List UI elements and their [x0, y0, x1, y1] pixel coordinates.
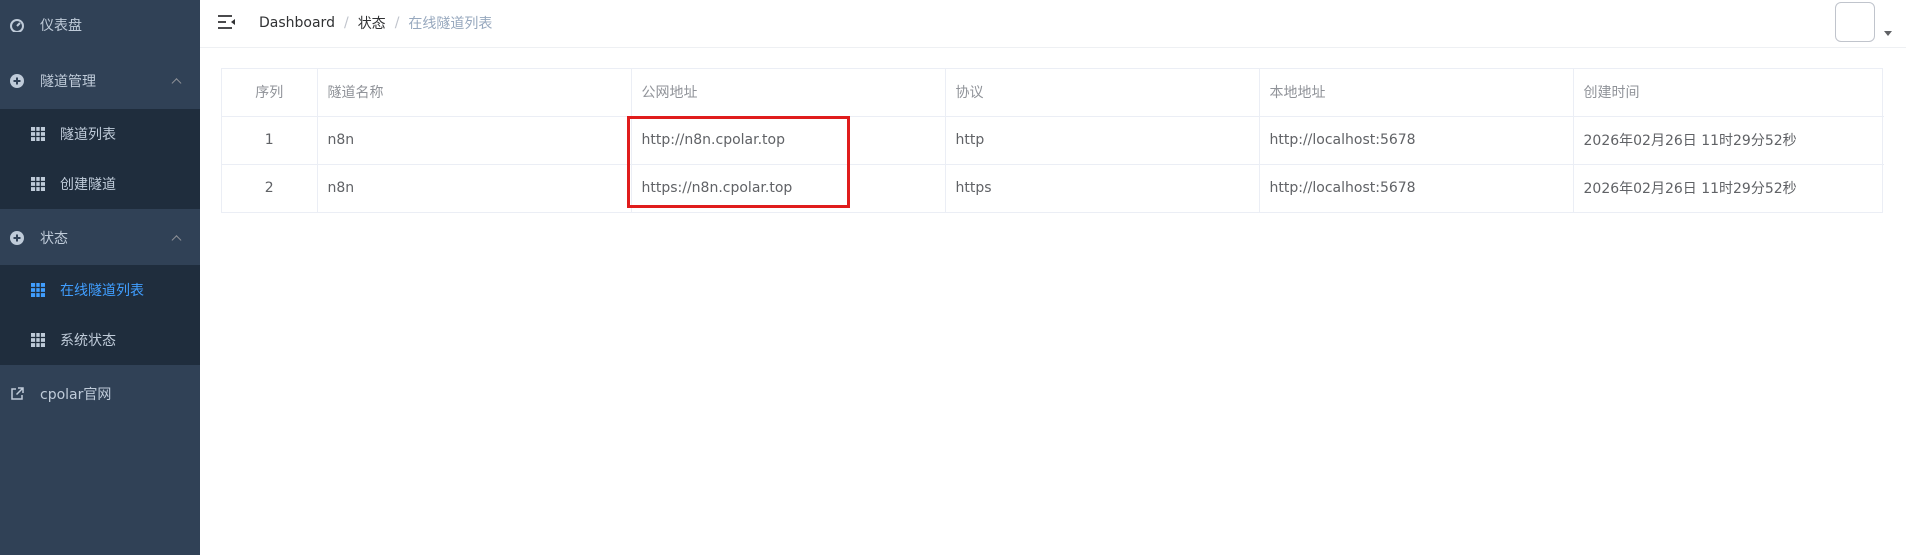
breadcrumb-separator: / — [343, 15, 349, 31]
sidebar-item-online-tunnels[interactable]: 在线隧道列表 — [0, 265, 200, 315]
cell-created-time: 2026年02月26日 11时29分52秒 — [1583, 181, 1797, 198]
cell-public-url: https://n8n.cpolar.top — [631, 164, 946, 212]
sidebar-item-status[interactable]: 状态 — [0, 213, 200, 263]
cell-local-address: http://localhost:5678 — [1259, 164, 1574, 212]
sidebar-item-label: 在线隧道列表 — [60, 283, 144, 299]
table-icon — [31, 283, 45, 297]
sidebar-item-label: 仪表盘 — [40, 18, 82, 34]
table-header-row: 序列 隧道名称 公网地址 协议 本地地址 创建时间 — [222, 69, 1884, 117]
column-header-created-time: 创建时间 — [1573, 69, 1884, 117]
sidebar-item-label: 状态 — [40, 231, 68, 247]
breadcrumb-dashboard[interactable]: Dashboard — [259, 15, 335, 31]
sidebar-item-label: 隧道列表 — [60, 127, 116, 143]
dashboard-icon — [10, 18, 24, 32]
sidebar-item-system-status[interactable]: 系统状态 — [0, 315, 200, 365]
sidebar-item-tunnel-management[interactable]: 隧道管理 — [0, 56, 200, 106]
column-header-protocol: 协议 — [945, 69, 1260, 117]
sidebar-item-label: 创建隧道 — [60, 177, 116, 193]
breadcrumb: Dashboard / 状态 / 在线隧道列表 — [259, 13, 492, 33]
breadcrumb-current: 在线隧道列表 — [408, 16, 493, 32]
online-tunnels-table: 序列 隧道名称 公网地址 协议 本地地址 创建时间 1 n8n http://n… — [221, 68, 1884, 213]
table-icon — [31, 333, 45, 347]
table-icon — [31, 127, 45, 141]
sidebar-item-tunnel-list[interactable]: 隧道列表 — [0, 109, 200, 159]
sidebar-item-dashboard[interactable]: 仪表盘 — [0, 0, 200, 50]
top-navbar: Dashboard / 状态 / 在线隧道列表 — [200, 0, 1906, 48]
chevron-up-icon — [171, 235, 182, 246]
hamburger-icon[interactable] — [217, 13, 237, 31]
avatar[interactable] — [1835, 2, 1875, 42]
external-link-icon — [10, 387, 24, 401]
cell-index: 2 — [222, 164, 318, 212]
breadcrumb-separator: / — [394, 15, 400, 31]
cell-tunnel-name: n8n — [317, 116, 632, 165]
sidebar-item-label: cpolar官网 — [40, 387, 112, 403]
column-header-public-url: 公网地址 — [631, 69, 946, 117]
cell-public-url: http://n8n.cpolar.top — [631, 116, 946, 165]
sidebar: 仪表盘 隧道管理 隧道列表 创建隧道 状态 在线隧道列表 系统状态 cpolar… — [0, 0, 200, 555]
sidebar-item-label: 系统状态 — [60, 333, 116, 349]
plus-circle-icon — [10, 231, 24, 245]
cell-index: 1 — [222, 116, 318, 165]
caret-down-icon[interactable] — [1884, 31, 1892, 36]
column-header-tunnel-name: 隧道名称 — [317, 69, 632, 117]
sidebar-item-create-tunnel[interactable]: 创建隧道 — [0, 159, 200, 209]
cell-local-address: http://localhost:5678 — [1259, 116, 1574, 165]
breadcrumb-status[interactable]: 状态 — [358, 13, 386, 33]
cell-protocol: https — [945, 164, 1260, 212]
sidebar-item-label: 隧道管理 — [40, 74, 96, 90]
cell-created-time: 2026年02月26日 11时29分52秒 — [1573, 116, 1884, 165]
cell-tunnel-name: n8n — [317, 164, 632, 212]
table-row: 1 n8n http://n8n.cpolar.top http http://… — [222, 116, 1884, 165]
column-header-index: 序列 — [222, 69, 318, 117]
cell-protocol: http — [945, 116, 1260, 165]
table-icon — [31, 177, 45, 191]
table-row: 2 n8n https://n8n.cpolar.top https http:… — [222, 164, 1884, 212]
column-header-local-address: 本地地址 — [1259, 69, 1574, 117]
sidebar-item-official-site[interactable]: cpolar官网 — [0, 369, 200, 419]
chevron-up-icon — [171, 78, 182, 89]
plus-circle-icon — [10, 74, 24, 88]
